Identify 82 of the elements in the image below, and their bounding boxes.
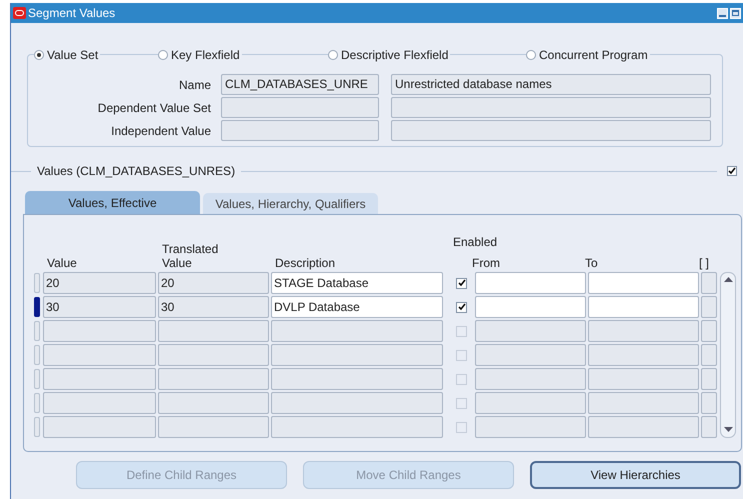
checkbox[interactable] <box>456 278 467 288</box>
table-cell[interactable] <box>588 320 699 342</box>
radio-label[interactable]: Value Set <box>47 46 98 64</box>
table-cell[interactable] <box>701 368 717 390</box>
minimize-icon[interactable] <box>717 8 728 18</box>
table-cell[interactable] <box>43 344 156 366</box>
table-cell[interactable] <box>701 320 717 342</box>
button[interactable]: View Hierarchies <box>530 461 741 489</box>
table-cell[interactable] <box>475 368 586 390</box>
table-cell[interactable] <box>43 368 156 390</box>
table-cell[interactable] <box>588 296 699 318</box>
table-cell[interactable] <box>588 368 699 390</box>
field-label: Independent Value <box>110 122 212 140</box>
table-cell[interactable]: 30 <box>158 296 269 318</box>
table-cell[interactable] <box>475 392 586 414</box>
table-cell[interactable] <box>701 344 717 366</box>
table-cell[interactable] <box>271 344 443 366</box>
radio-button[interactable] <box>158 50 168 60</box>
column-header: [ ] <box>698 256 710 270</box>
table-cell[interactable] <box>701 272 717 294</box>
table-cell[interactable]: DVLP Database <box>271 296 443 318</box>
column-header: Value <box>46 256 78 270</box>
table-cell[interactable] <box>43 392 156 414</box>
checkbox[interactable] <box>727 166 737 176</box>
input-field[interactable]: Unrestricted database names <box>391 74 711 95</box>
column-header: Enabled <box>453 235 498 249</box>
row-indicator[interactable] <box>34 297 40 317</box>
table-cell[interactable] <box>588 344 699 366</box>
tab[interactable]: Values, Effective <box>25 191 200 214</box>
scroll-down-icon[interactable] <box>724 427 732 433</box>
table-cell[interactable] <box>43 320 156 342</box>
table-cell[interactable] <box>158 344 269 366</box>
column-header: From <box>471 256 501 270</box>
table-cell[interactable] <box>588 272 699 294</box>
table-cell[interactable] <box>475 272 586 294</box>
table-cell[interactable] <box>43 416 156 438</box>
radio-button[interactable] <box>34 50 44 60</box>
field-label: Name <box>178 76 212 94</box>
radio-button[interactable] <box>526 50 536 60</box>
table-cell[interactable] <box>475 416 586 438</box>
input-field[interactable] <box>391 97 711 118</box>
table-cell[interactable]: 30 <box>43 296 156 318</box>
column-header: To <box>584 256 599 270</box>
table-cell[interactable]: 20 <box>158 272 269 294</box>
scroll-up-icon[interactable] <box>724 277 732 283</box>
table-cell[interactable] <box>588 416 699 438</box>
table-cell[interactable]: 20 <box>43 272 156 294</box>
table-cell[interactable] <box>475 344 586 366</box>
input-field[interactable] <box>391 120 711 141</box>
input-field[interactable]: CLM_DATABASES_UNRE <box>221 74 379 95</box>
table-cell[interactable] <box>701 296 717 318</box>
table-cell[interactable] <box>271 416 443 438</box>
input-field[interactable] <box>221 97 379 118</box>
table-cell[interactable] <box>271 320 443 342</box>
maximize-icon[interactable] <box>730 8 741 18</box>
table-cell[interactable] <box>158 416 269 438</box>
section-title: Values (CLM_DATABASES_UNRES) <box>36 163 236 180</box>
tab[interactable]: Values, Hierarchy, Qualifiers <box>203 193 378 214</box>
radio-label[interactable]: Concurrent Program <box>539 46 648 64</box>
window-title: Segment Values <box>28 5 116 22</box>
table-cell[interactable] <box>475 296 586 318</box>
table-cell[interactable] <box>158 368 269 390</box>
app-logo-icon <box>13 7 26 19</box>
table-cell[interactable] <box>701 392 717 414</box>
field-label: Dependent Value Set <box>96 100 212 116</box>
radio-button[interactable] <box>328 50 338 60</box>
radio-label[interactable]: Descriptive Flexfield <box>341 46 448 64</box>
column-header: Description <box>274 256 336 270</box>
table-cell[interactable]: STAGE Database <box>271 272 443 294</box>
table-cell[interactable] <box>158 320 269 342</box>
column-header: Value <box>162 256 193 270</box>
table-cell[interactable] <box>271 368 443 390</box>
table-cell[interactable] <box>701 416 717 438</box>
table-cell[interactable] <box>271 392 443 414</box>
table-cell[interactable] <box>158 392 269 414</box>
checkbox[interactable] <box>456 302 467 312</box>
table-cell[interactable] <box>475 320 586 342</box>
input-field[interactable] <box>221 120 379 141</box>
radio-label[interactable]: Key Flexfield <box>171 46 240 64</box>
scrollbar[interactable] <box>720 272 736 438</box>
table-cell[interactable] <box>588 392 699 414</box>
column-header: Translated <box>162 242 220 256</box>
